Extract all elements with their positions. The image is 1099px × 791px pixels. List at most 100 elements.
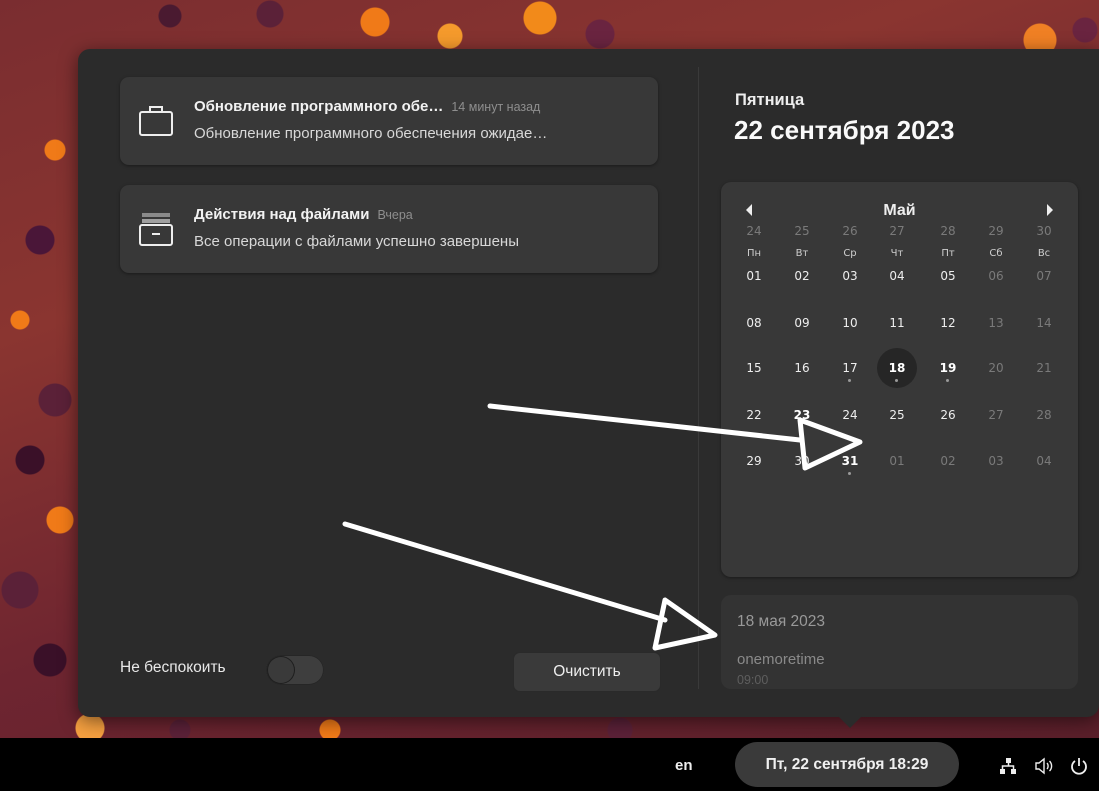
- current-date: 22 сентября 2023: [734, 115, 955, 145]
- calendar-day-selected[interactable]: 18: [877, 348, 917, 388]
- calendar-day[interactable]: 02: [782, 256, 822, 296]
- notification-body: Обновление программного обеспечения ожид…: [194, 125, 548, 142]
- clock-button[interactable]: Пт, 22 сентября 18:29: [735, 742, 959, 787]
- calendar-day[interactable]: 22: [734, 395, 774, 435]
- calendar-day-number: 16: [794, 361, 810, 375]
- calendar-day[interactable]: 04: [1024, 441, 1064, 481]
- calendar-day-number: 22: [746, 408, 762, 422]
- calendar-day[interactable]: 15: [734, 348, 774, 388]
- calendar-day-number: 08: [746, 316, 762, 330]
- network-icon[interactable]: [998, 756, 1018, 776]
- notification-software-update[interactable]: Обновление программного обе… 14 минут наз…: [120, 77, 658, 165]
- notification-file-operations[interactable]: Действия над файлами Вчера Все операции с…: [120, 185, 658, 273]
- calendar-day[interactable]: 04: [877, 256, 917, 296]
- events-section: 18 мая 2023 onemoretime 09:00: [721, 595, 1078, 689]
- panel-divider: [698, 67, 699, 689]
- notification-time: Вчера: [377, 208, 413, 222]
- panel-pointer: [838, 716, 862, 728]
- clear-button[interactable]: Очистить: [513, 652, 661, 692]
- calendar-day[interactable]: 27: [976, 395, 1016, 435]
- calendar-day-number: 25: [889, 408, 905, 422]
- calendar-day-number: 12: [940, 316, 956, 330]
- calendar-day-number: 14: [1036, 316, 1052, 330]
- calendar-day[interactable]: 21: [1024, 348, 1064, 388]
- notification-title: Обновление программного обе… 14 минут наз…: [194, 98, 541, 115]
- calendar-day-number: 24: [842, 408, 858, 422]
- calendar-day[interactable]: 03: [830, 256, 870, 296]
- calendar-day[interactable]: 29: [976, 211, 1016, 251]
- calendar-day-number: 25: [794, 224, 810, 238]
- calendar-day-number: 21: [1036, 361, 1052, 375]
- calendar-day[interactable]: 26: [928, 395, 968, 435]
- calendar-day[interactable]: 01: [734, 256, 774, 296]
- calendar-day[interactable]: 19: [928, 348, 968, 388]
- calendar-day[interactable]: 10: [830, 303, 870, 343]
- power-icon[interactable]: [1069, 756, 1089, 776]
- calendar-day[interactable]: 24: [734, 211, 774, 251]
- calendar-day-number: 29: [746, 454, 762, 468]
- calendar-day-number: 09: [794, 316, 810, 330]
- calendar-day-number: 28: [940, 224, 956, 238]
- do-not-disturb-toggle[interactable]: [266, 655, 324, 685]
- calendar-day-number: 03: [988, 454, 1004, 468]
- calendar-day-number: 03: [842, 269, 858, 283]
- toggle-knob: [268, 657, 294, 683]
- calendar-day-number: 26: [940, 408, 956, 422]
- calendar-day-number: 04: [1036, 454, 1052, 468]
- calendar-day[interactable]: 08: [734, 303, 774, 343]
- calendar-day-number: 31: [841, 454, 859, 468]
- calendar-day-number: 19: [939, 361, 957, 375]
- calendar-day-number: 07: [1036, 269, 1052, 283]
- calendar-day[interactable]: 03: [976, 441, 1016, 481]
- calendar-day[interactable]: 30: [1024, 211, 1064, 251]
- calendar-day[interactable]: 07: [1024, 256, 1064, 296]
- calendar-day[interactable]: 05: [928, 256, 968, 296]
- event-indicator-dot: [946, 379, 949, 382]
- do-not-disturb-label: Не беспокоить: [120, 659, 226, 676]
- notification-body: Все операции с файлами успешно завершены: [194, 233, 519, 250]
- calendar-day-number: 02: [794, 269, 810, 283]
- calendar-day[interactable]: 01: [877, 441, 917, 481]
- calendar-day-number: 01: [889, 454, 905, 468]
- calendar-day[interactable]: 06: [976, 256, 1016, 296]
- calendar-day[interactable]: 25: [782, 211, 822, 251]
- calendar-day[interactable]: 28: [1024, 395, 1064, 435]
- calendar-day[interactable]: 14: [1024, 303, 1064, 343]
- events-date: 18 мая 2023: [737, 613, 826, 630]
- briefcase-icon: [139, 106, 173, 136]
- calendar-day[interactable]: 26: [830, 211, 870, 251]
- calendar-day[interactable]: 16: [782, 348, 822, 388]
- calendar-day-number: 30: [794, 454, 810, 468]
- calendar-day[interactable]: 20: [976, 348, 1016, 388]
- calendar-day[interactable]: 24: [830, 395, 870, 435]
- calendar-day-number: 02: [940, 454, 956, 468]
- calendar-day[interactable]: 13: [976, 303, 1016, 343]
- file-operations-icon: [139, 213, 173, 246]
- calendar-day-number: 17: [842, 361, 858, 375]
- keyboard-layout-indicator[interactable]: en: [675, 757, 693, 774]
- calendar-day[interactable]: 28: [928, 211, 968, 251]
- calendar-day-number: 15: [746, 361, 762, 375]
- calendar-day-number: 11: [889, 316, 905, 330]
- calendar-day[interactable]: 25: [877, 395, 917, 435]
- event-indicator-dot: [848, 379, 851, 382]
- volume-icon[interactable]: [1034, 756, 1054, 776]
- calendar-day[interactable]: 17: [830, 348, 870, 388]
- calendar-day[interactable]: 29: [734, 441, 774, 481]
- calendar-day[interactable]: 31: [830, 441, 870, 481]
- calendar-day[interactable]: 23: [782, 395, 822, 435]
- calendar-day[interactable]: 11: [877, 303, 917, 343]
- calendar-day-number: 18: [888, 361, 906, 375]
- calendar-day[interactable]: 12: [928, 303, 968, 343]
- calendar-day-number: 06: [988, 269, 1004, 283]
- calendar-day[interactable]: 30: [782, 441, 822, 481]
- calendar-day[interactable]: 27: [877, 211, 917, 251]
- calendar-day-number: 20: [988, 361, 1004, 375]
- event-name[interactable]: onemoretime: [737, 651, 825, 668]
- calendar-day[interactable]: 02: [928, 441, 968, 481]
- event-indicator-dot: [800, 426, 803, 429]
- calendar-day[interactable]: 09: [782, 303, 822, 343]
- calendar-day-number: 23: [793, 408, 811, 422]
- calendar-day-number: 05: [940, 269, 956, 283]
- event-indicator-dot: [848, 472, 851, 475]
